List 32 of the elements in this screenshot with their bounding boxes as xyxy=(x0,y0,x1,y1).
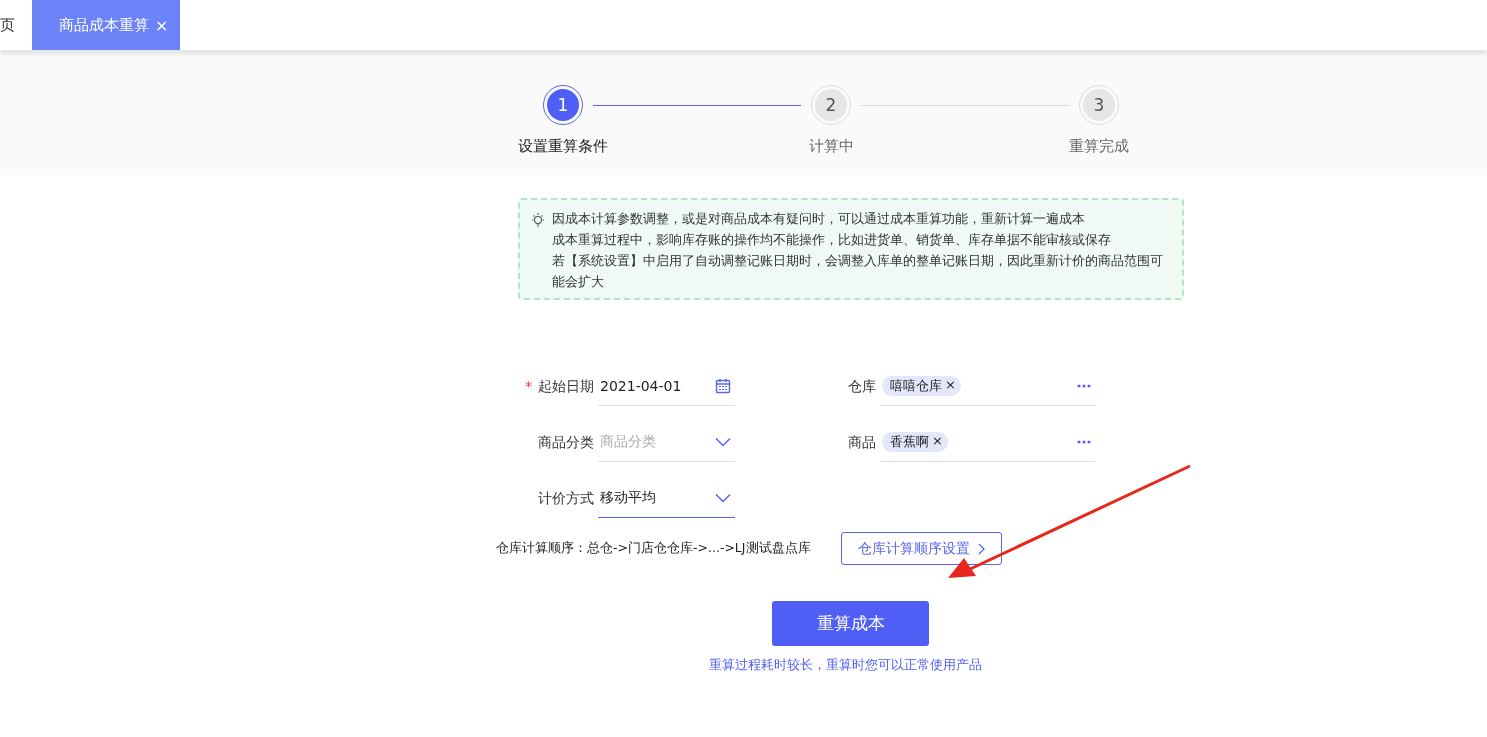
tag: 嘻嘻仓库 × xyxy=(882,375,961,396)
chevron-right-icon xyxy=(977,542,985,555)
field-label: 仓库 xyxy=(848,378,876,396)
lightbulb-icon xyxy=(530,212,546,228)
order-settings-button[interactable]: 仓库计算顺序设置 xyxy=(840,532,1002,565)
tag: 香蕉啊 × xyxy=(882,431,948,452)
step-label: 设置重算条件 xyxy=(518,137,608,156)
note-text: 重算过程耗时较长，重算时您可以正常使用产品 xyxy=(709,657,983,674)
tip-text: 因成本计算参数调整，或是对商品成本有疑问时，可以通过成本重算功能，重新计算一遍成本 xyxy=(552,210,1086,228)
field-label: 商品 xyxy=(848,434,876,452)
tip-text: 若【系统设置】中启用了自动调整记账日期时，会调整入库单的整单记账日期，因此重新计价的商品范围可能会扩大 xyxy=(552,252,1164,291)
select-field[interactable]: 移动平均 xyxy=(598,478,735,518)
order-text: 仓库计算顺序：总仓->门店仓仓库->...->LJ测试盘点库 xyxy=(496,540,811,557)
step-label: 重算完成 xyxy=(1069,137,1129,156)
more-icon[interactable] xyxy=(1077,439,1091,444)
remove-icon[interactable]: × xyxy=(945,376,956,395)
date-field[interactable]: 2021-04-01 xyxy=(598,366,735,406)
required-mark: * xyxy=(525,378,532,396)
step-label: 计算中 xyxy=(808,137,854,156)
field-label: 商品分类 xyxy=(538,434,594,452)
tag-select-field[interactable]: 香蕉啊 × xyxy=(880,422,1095,462)
field-label: 计价方式 xyxy=(538,490,594,508)
recalculate-button[interactable]: 重算成本 xyxy=(772,601,929,646)
tab[interactable]: 页 xyxy=(0,0,32,50)
chevron-down-icon[interactable] xyxy=(715,492,731,503)
tip-text: 成本重算过程中，影响库存账的操作均不能操作，比如进货单、销货单、库存单据不能审核或保存 xyxy=(552,231,1112,249)
field-label: 起始日期 xyxy=(538,378,594,396)
chevron-down-icon[interactable] xyxy=(715,436,731,447)
remove-icon[interactable]: × xyxy=(932,432,943,451)
more-icon[interactable] xyxy=(1077,383,1091,388)
calendar-icon[interactable] xyxy=(715,377,731,394)
tag-select-field[interactable]: 嘻嘻仓库 × xyxy=(880,366,1095,406)
